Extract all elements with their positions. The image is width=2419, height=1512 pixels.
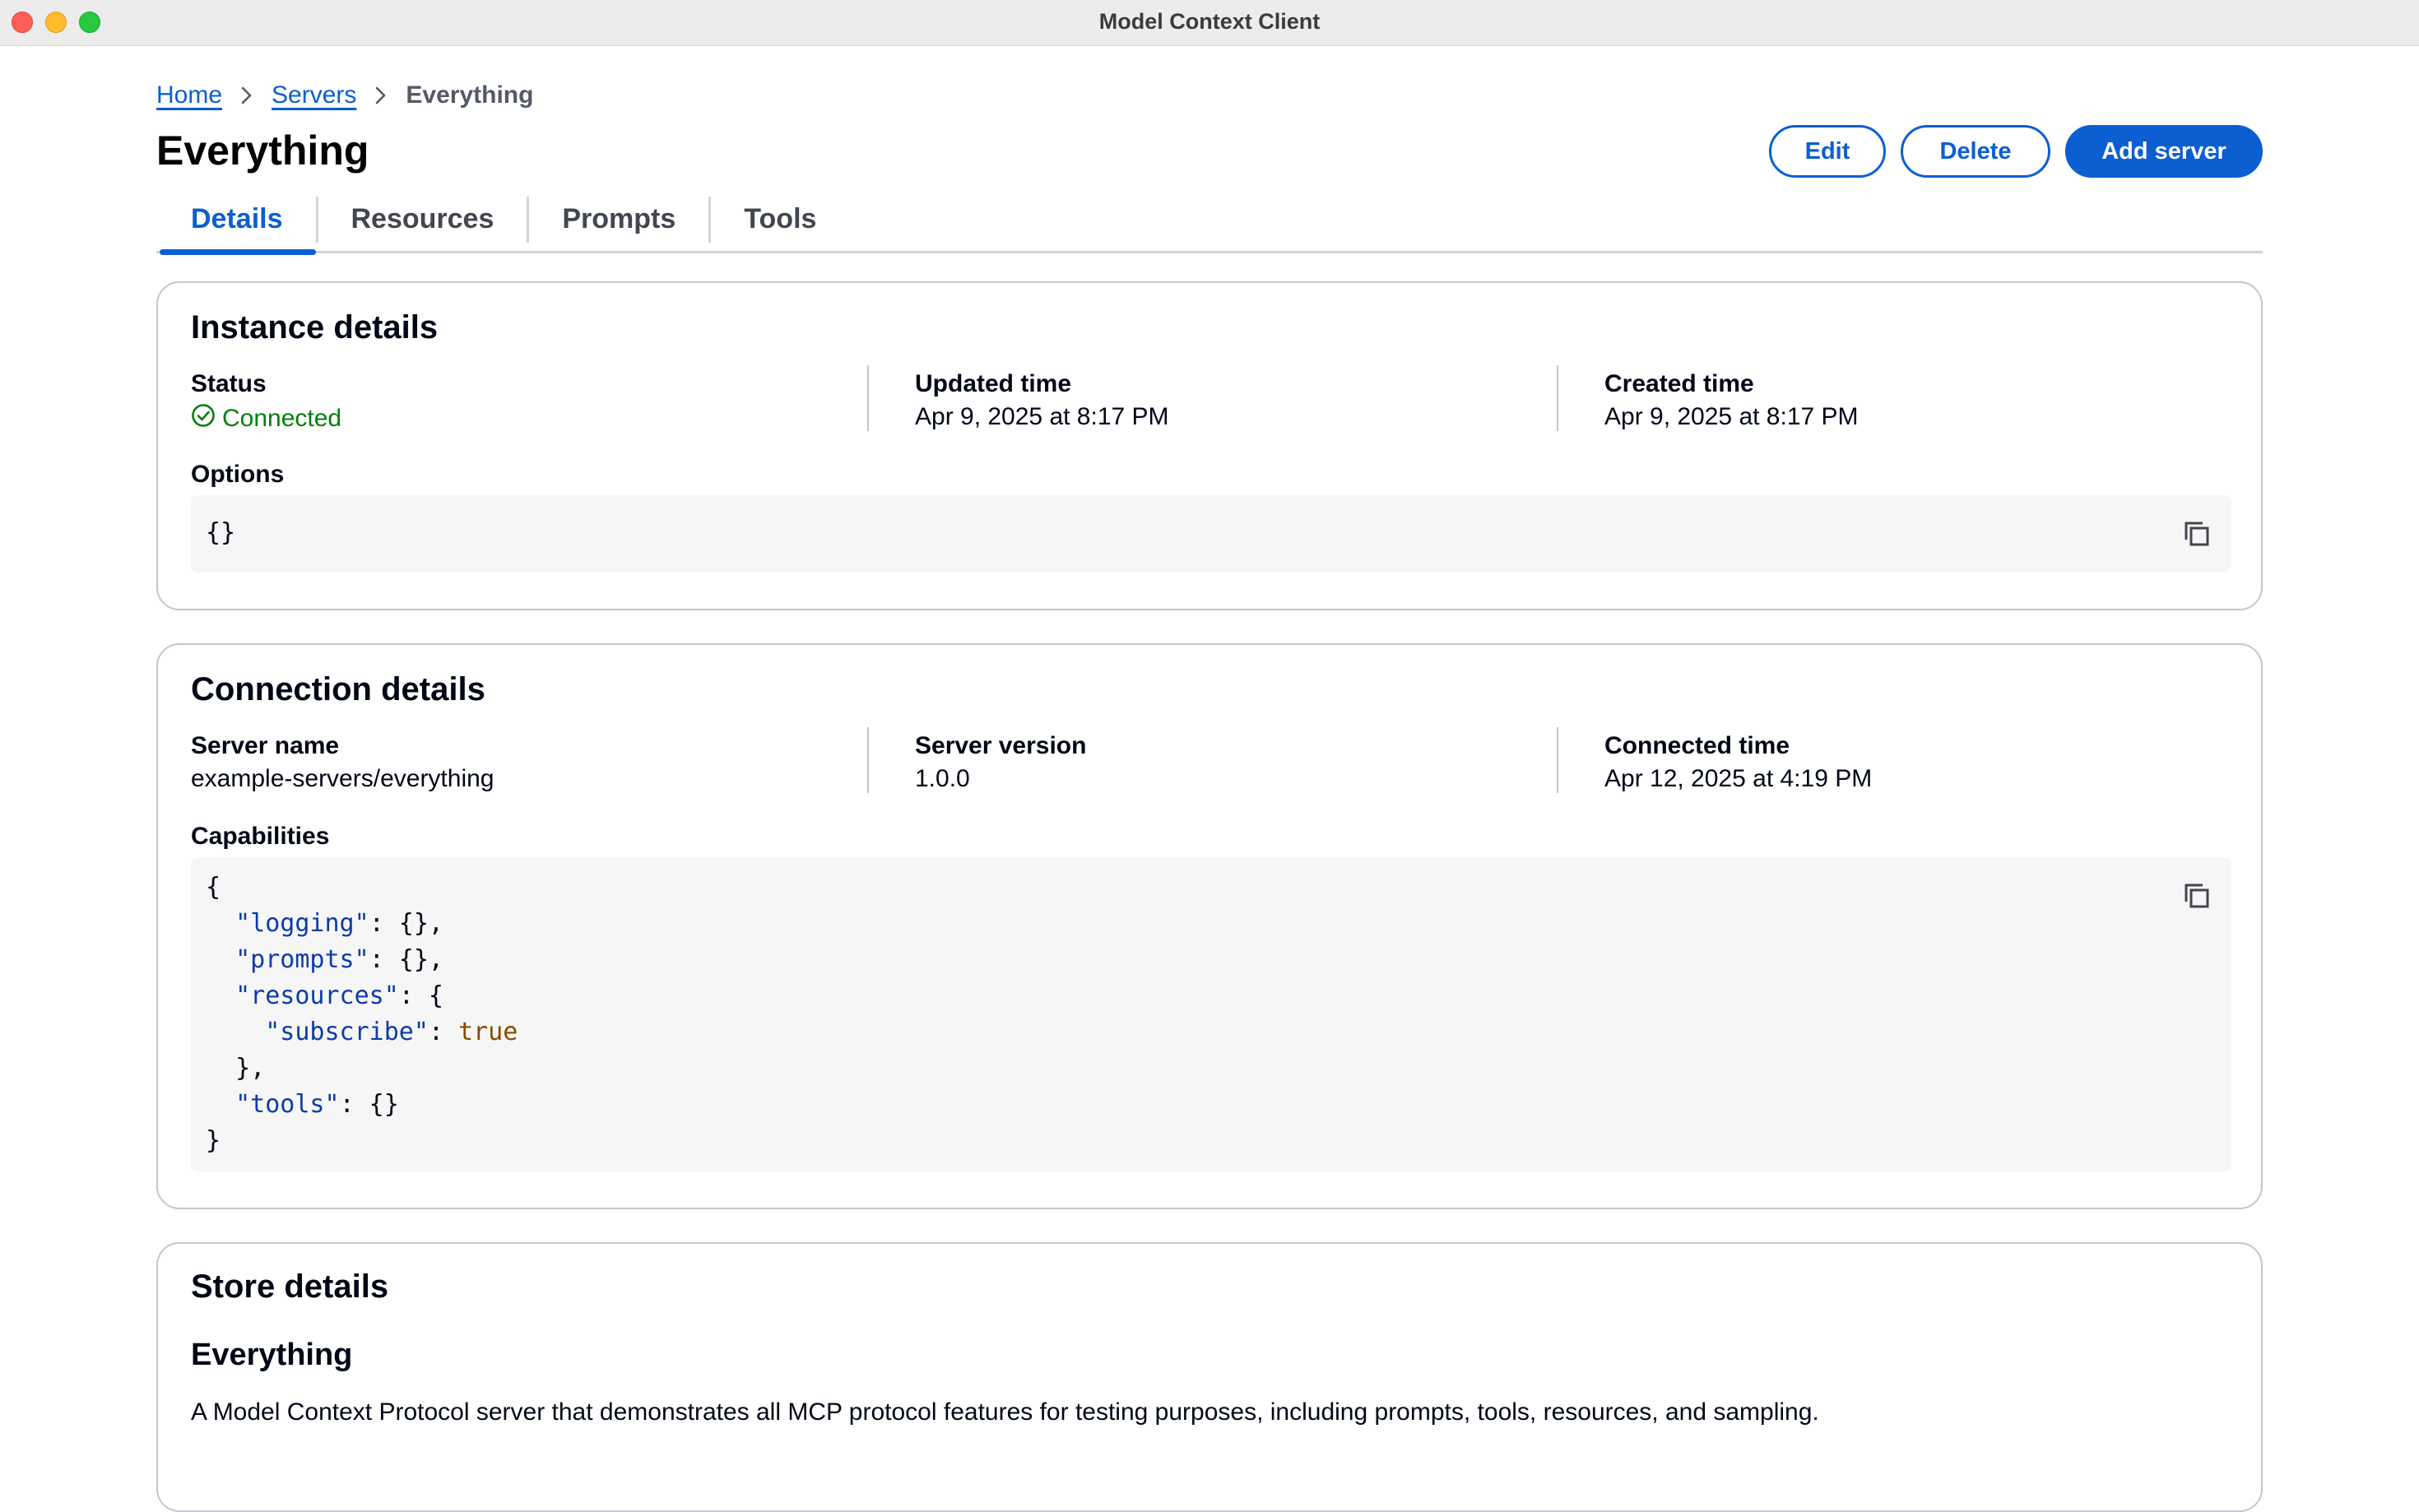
code-line: } — [206, 1123, 2217, 1159]
store-server-name: Everything — [191, 1338, 353, 1372]
status-field: Status Connected — [191, 370, 341, 434]
window-titlebar: Model Context Client — [0, 0, 2419, 46]
status-label: Status — [191, 370, 267, 397]
breadcrumb-home-link[interactable]: Home — [156, 81, 222, 109]
created-time-value: Apr 9, 2025 at 8:17 PM — [1604, 403, 1859, 430]
json-key: "tools" — [235, 1090, 340, 1119]
connected-time-value: Apr 12, 2025 at 4:19 PM — [1604, 765, 1873, 792]
json-value: : { — [398, 981, 443, 1010]
column-divider — [1557, 727, 1558, 793]
status-value: Connected — [222, 405, 342, 432]
capabilities-label: Capabilities — [191, 823, 330, 850]
json-brace: { — [206, 873, 221, 902]
chevron-right-icon — [222, 79, 272, 112]
column-divider — [1557, 365, 1558, 431]
updated-time-value: Apr 9, 2025 at 8:17 PM — [915, 403, 1169, 430]
breadcrumb-current: Everything — [406, 81, 534, 109]
code-line: "prompts": {}, — [206, 942, 2217, 978]
breadcrumb-servers-link[interactable]: Servers — [272, 81, 356, 109]
code-line: "subscribe": true — [206, 1014, 2217, 1051]
json-key: "resources" — [235, 981, 399, 1010]
copy-icon[interactable] — [2180, 517, 2213, 550]
options-field: Options — [191, 461, 284, 489]
column-divider — [867, 727, 869, 793]
connection-details-title: Connection details — [191, 671, 485, 707]
edit-button[interactable]: Edit — [1769, 125, 1886, 178]
tab-tools[interactable]: Tools — [711, 187, 849, 253]
capabilities-field: Capabilities — [191, 823, 329, 851]
column-divider — [867, 365, 869, 431]
page-title: Everything — [156, 128, 369, 174]
code-line: { — [206, 870, 2217, 906]
server-version-label: Server version — [915, 732, 1087, 759]
json-key: "logging" — [235, 909, 369, 938]
delete-button[interactable]: Delete — [1901, 125, 2050, 178]
server-version-field: Server version 1.0.0 — [915, 732, 1086, 793]
json-key: "subscribe" — [265, 1018, 429, 1046]
store-details-card: Store details Everything A Model Context… — [156, 1242, 2263, 1512]
header-actions: Edit Delete Add server — [1769, 125, 2263, 178]
capabilities-code-block: { "logging": {}, "prompts": {}, "resourc… — [191, 857, 2231, 1171]
connected-time-label: Connected time — [1604, 732, 1790, 759]
tab-prompts[interactable]: Prompts — [529, 187, 708, 253]
json-value: : {}, — [369, 909, 443, 938]
json-value: : {}, — [369, 945, 443, 974]
code-line: "logging": {}, — [206, 906, 2217, 942]
tab-resources[interactable]: Resources — [318, 187, 527, 253]
add-server-button[interactable]: Add server — [2065, 125, 2263, 178]
breadcrumb: Home Servers Everything — [156, 79, 533, 112]
json-key: "prompts" — [235, 945, 369, 974]
json-brace: } — [206, 1126, 221, 1155]
created-time-label: Created time — [1604, 370, 1754, 397]
updated-time-field: Updated time Apr 9, 2025 at 8:17 PM — [915, 370, 1169, 431]
options-code-block: {} — [191, 495, 2231, 573]
json-boolean: true — [458, 1018, 518, 1046]
server-name-value: example-servers/everything — [191, 765, 494, 792]
instance-details-card: Instance details Status Connected Update… — [156, 281, 2263, 610]
server-name-label: Server name — [191, 732, 340, 759]
window-title: Model Context Client — [1098, 9, 1321, 34]
tab-details[interactable]: Details — [156, 187, 316, 255]
status-badge: Connected — [191, 403, 341, 434]
copy-icon[interactable] — [2180, 879, 2213, 912]
instance-details-title: Instance details — [191, 309, 439, 346]
options-code: {} — [206, 518, 236, 547]
status-check-icon — [191, 403, 216, 434]
chevron-right-icon — [356, 79, 406, 112]
code-line: }, — [206, 1051, 2217, 1087]
server-version-value: 1.0.0 — [915, 765, 970, 792]
json-separator: : — [428, 1018, 459, 1046]
code-line: "resources": { — [206, 978, 2217, 1014]
created-time-field: Created time Apr 9, 2025 at 8:17 PM — [1604, 370, 1859, 431]
server-name-field: Server name example-servers/everything — [191, 732, 494, 793]
updated-time-label: Updated time — [915, 370, 1072, 397]
store-details-title: Store details — [191, 1269, 389, 1305]
connected-time-field: Connected time Apr 12, 2025 at 4:19 PM — [1604, 732, 1872, 793]
connection-details-card: Connection details Server name example-s… — [156, 643, 2263, 1209]
json-brace: }, — [235, 1054, 266, 1083]
options-label: Options — [191, 461, 285, 488]
store-description: A Model Context Protocol server that dem… — [191, 1398, 1819, 1426]
json-value: : {} — [339, 1090, 399, 1119]
tab-bar: Details Resources Prompts Tools — [156, 187, 2263, 255]
code-line: "tools": {} — [206, 1087, 2217, 1123]
